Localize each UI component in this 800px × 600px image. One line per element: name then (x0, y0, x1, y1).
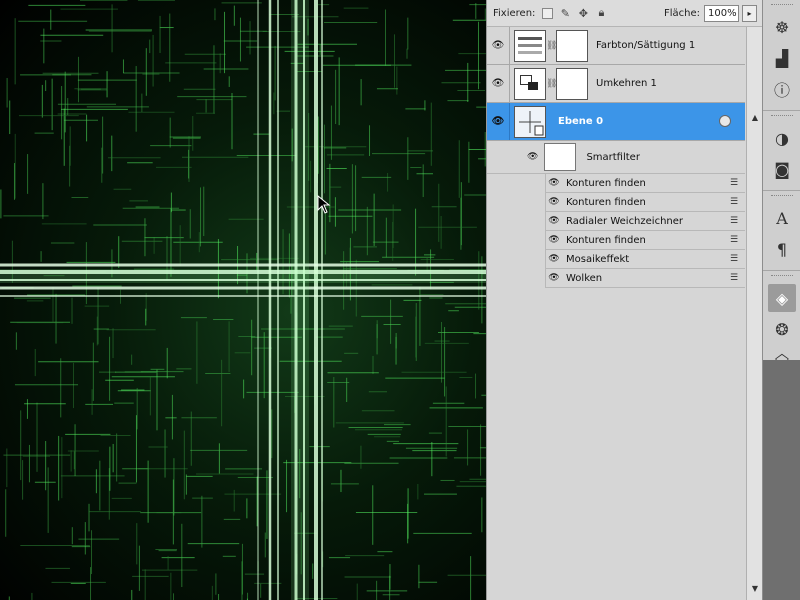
smartfilter-label[interactable]: Smartfilter (586, 152, 640, 163)
filter-name[interactable]: Wolken (566, 273, 723, 284)
smartfilter-row[interactable]: 👁︎ Smartfilter (487, 141, 745, 174)
filter-row[interactable]: 👁︎ Konturen finden ☰ (545, 193, 745, 212)
filter-row[interactable]: 👁︎ Wolken ☰ (545, 269, 745, 288)
paragraph-icon[interactable]: ¶ (768, 235, 796, 263)
lock-bar: Fixieren: ✎ ✥ 🔒︎ Fläche: 100% ▸ (487, 0, 763, 27)
image-canvas[interactable] (0, 0, 486, 600)
dock-group-2: ◑ ◙ (763, 111, 800, 191)
blending-options-icon[interactable]: ☰ (723, 254, 745, 264)
scroll-down-arrow-icon[interactable]: ▼ (747, 582, 763, 596)
filter-name[interactable]: Konturen finden (566, 197, 723, 208)
layer-row-ebene-0[interactable]: 👁︎ Ebene 0 (487, 103, 745, 141)
blending-options-icon[interactable]: ☰ (723, 178, 745, 188)
visibility-eye-icon[interactable]: 👁︎ (546, 216, 562, 226)
layer-row-umkehren[interactable]: 👁︎ ⛓ Umkehren 1 (487, 65, 745, 103)
channels-icon[interactable]: ❂ (768, 315, 796, 343)
brush-icon[interactable]: ✎ (559, 7, 571, 20)
visibility-eye-icon[interactable]: 👁︎ (527, 152, 538, 162)
move-icon[interactable]: ✥ (577, 7, 589, 20)
masks-icon[interactable]: ◙ (768, 155, 796, 183)
layers-scrollbar[interactable]: ▲ ▼ (746, 27, 763, 600)
fill-control: Fläche: 100% ▸ (663, 4, 757, 22)
dock-group-3: A ¶ (763, 191, 800, 271)
fill-opacity-input[interactable]: 100% (704, 4, 739, 22)
smart-filter-badge-icon[interactable] (719, 115, 731, 127)
link-chain-icon[interactable]: ⛓ (546, 79, 557, 89)
link-chain-icon[interactable]: ⛓ (546, 41, 557, 51)
flaeche-label: Fläche: (663, 7, 700, 19)
visibility-eye-icon[interactable]: 👁︎ (546, 254, 562, 264)
histogram-icon[interactable]: ▟ (768, 44, 796, 72)
filter-name[interactable]: Radialer Weichzeichner (566, 216, 723, 227)
fixieren-label: Fixieren: (493, 7, 536, 19)
character-icon[interactable]: A (768, 204, 796, 232)
dock-group-1: ☸ ▟ ⓘ (763, 0, 800, 111)
filter-row[interactable]: 👁︎ Mosaikeffekt ☰ (545, 250, 745, 269)
panel-dock: ☸ ▟ ⓘ ◑ ◙ A ¶ ◈ ❂ ⬠ (762, 0, 800, 600)
hue-saturation-thumb-icon (514, 29, 546, 62)
blending-options-icon[interactable]: ☰ (723, 235, 745, 245)
dock-grip[interactable] (771, 4, 793, 9)
adjustments-icon[interactable]: ◑ (768, 124, 796, 152)
smart-object-thumb (514, 105, 546, 138)
info-icon[interactable]: ⓘ (768, 75, 796, 103)
layer-name[interactable]: Ebene 0 (558, 116, 603, 127)
dock-grip[interactable] (771, 195, 793, 200)
layer-name[interactable]: Umkehren 1 (596, 78, 657, 89)
visibility-eye-icon[interactable]: 👁︎ (487, 27, 510, 64)
invert-thumb-icon (514, 67, 546, 100)
visibility-eye-icon[interactable]: 👁︎ (487, 65, 510, 102)
blending-options-icon[interactable]: ☰ (723, 216, 745, 226)
visibility-eye-icon[interactable]: 👁︎ (546, 197, 562, 207)
layer-name[interactable]: Farbton/Sättigung 1 (596, 40, 695, 51)
abstract-green-grid-artwork (0, 0, 486, 600)
navigator-icon[interactable]: ☸ (768, 13, 796, 41)
blending-options-icon[interactable]: ☰ (723, 273, 745, 283)
filter-row[interactable]: 👁︎ Konturen finden ☰ (545, 174, 745, 193)
filter-name[interactable]: Mosaikeffekt (566, 254, 723, 265)
dock-empty-area (763, 360, 800, 600)
visibility-eye-icon[interactable]: 👁︎ (487, 103, 510, 140)
filter-name[interactable]: Konturen finden (566, 235, 723, 246)
layer-mask-thumb[interactable] (556, 67, 588, 100)
layers-list: 👁︎ ⛓ Farbton/Sättigung 1 👁︎ ⛓ Umkehren 1… (487, 27, 745, 600)
visibility-eye-icon[interactable]: 👁︎ (546, 273, 562, 283)
smartfilter-mask-thumb[interactable] (544, 143, 577, 171)
layers-icon[interactable]: ◈ (768, 284, 796, 312)
dock-grip[interactable] (771, 115, 793, 120)
filter-name[interactable]: Konturen finden (566, 178, 723, 189)
dock-grip[interactable] (771, 275, 793, 280)
filter-row[interactable]: 👁︎ Radialer Weichzeichner ☰ (545, 212, 745, 231)
layers-panel: Fixieren: ✎ ✥ 🔒︎ Fläche: 100% ▸ 👁︎ ⛓ Far… (486, 0, 763, 600)
visibility-eye-icon[interactable]: 👁︎ (546, 178, 562, 188)
layer-mask-thumb[interactable] (556, 29, 588, 62)
padlock-icon[interactable]: 🔒︎ (595, 6, 607, 19)
checkerboard-icon[interactable] (542, 7, 554, 19)
filter-row[interactable]: 👁︎ Konturen finden ☰ (545, 231, 745, 250)
layer-row-farbton[interactable]: 👁︎ ⛓ Farbton/Sättigung 1 (487, 27, 745, 65)
scroll-up-arrow-icon[interactable]: ▲ (747, 111, 763, 125)
blending-options-icon[interactable]: ☰ (723, 197, 745, 207)
visibility-eye-icon[interactable]: 👁︎ (546, 235, 562, 245)
fill-slider-arrow-icon[interactable]: ▸ (742, 4, 757, 22)
